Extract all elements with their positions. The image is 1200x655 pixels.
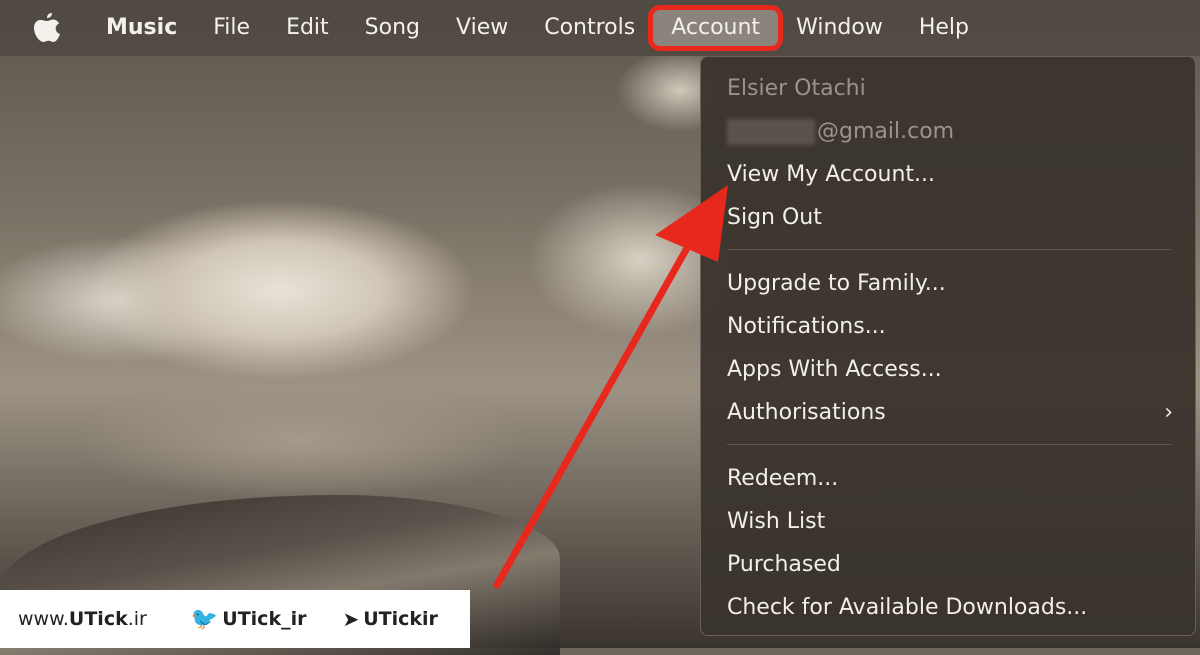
watermark-twitter: UTick_ir [222,608,307,630]
watermark-telegram: UTickir [363,608,438,630]
arrow-shaft [493,221,704,589]
watermark-bar: www.UTick.ir 🐦 UTick_ir ➤ UTickir [0,590,470,648]
twitter-bird-icon: 🐦 [190,606,219,632]
annotation-arrow [493,185,728,589]
telegram-plane-icon: ➤ [342,607,360,631]
arrow-head-icon [655,185,728,262]
watermark-site: www.UTick.ir [18,608,147,630]
